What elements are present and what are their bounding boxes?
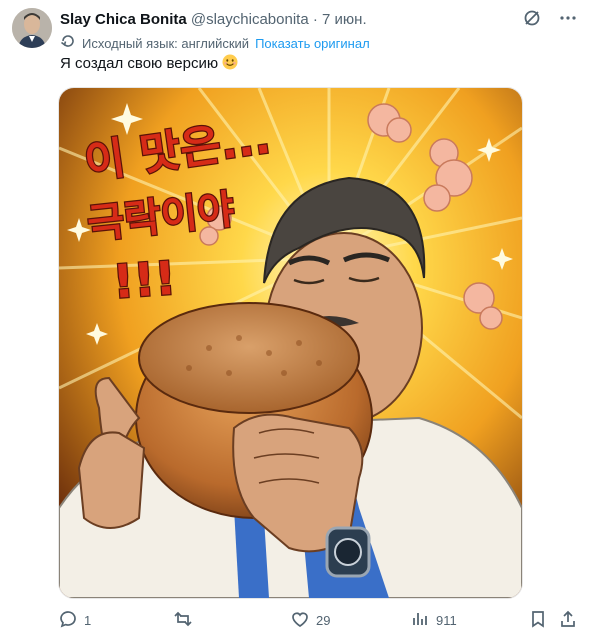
retweet-button[interactable]: [173, 608, 199, 632]
grok-icon[interactable]: [522, 8, 542, 33]
reply-icon: [58, 609, 78, 632]
caption-line-3: !!!: [111, 251, 178, 309]
header-icons: [522, 8, 578, 33]
reply-button[interactable]: 1: [58, 608, 91, 632]
tweet-header: Slay Chica Bonita @slaychicabonita · 7 и…: [60, 10, 580, 30]
views-icon: [410, 609, 430, 632]
reply-count: 1: [84, 612, 92, 628]
handle[interactable]: @slaychicabonita: [191, 11, 309, 28]
smiling-emoji: [218, 54, 238, 72]
like-icon: [290, 609, 310, 632]
avatar[interactable]: [12, 8, 52, 48]
separator: ·: [312, 11, 318, 28]
bookmark-button[interactable]: [528, 608, 548, 632]
like-count: 29: [316, 612, 331, 628]
action-bar: 1 29 911: [58, 608, 578, 632]
tweet-date[interactable]: 7 июн.: [322, 11, 367, 28]
illustration: 이 맛은... 극락이야 !!!: [59, 88, 522, 598]
translation-row: Исходный язык: английский Показать ориги…: [60, 33, 370, 54]
share-icon: [558, 609, 578, 632]
translation-note: Исходный язык: английский: [82, 35, 250, 51]
like-button[interactable]: 29: [290, 608, 330, 632]
bookmark-icon: [528, 609, 548, 632]
translate-icon: [60, 33, 76, 54]
avatar-image: [12, 8, 52, 48]
display-name[interactable]: Slay Chica Bonita: [60, 11, 187, 28]
tweet-image[interactable]: 이 맛은... 극락이야 !!!: [58, 87, 523, 599]
tweet-body: Я создал свою версию: [60, 55, 219, 72]
share-button[interactable]: [558, 608, 578, 632]
tweet-text: Я создал свою версию: [60, 54, 238, 74]
more-icon[interactable]: [558, 8, 578, 33]
views-button[interactable]: 911: [410, 608, 457, 632]
show-original-link[interactable]: Показать оригинал: [255, 35, 370, 53]
retweet-icon: [173, 609, 193, 632]
views-count: 911: [436, 612, 457, 628]
